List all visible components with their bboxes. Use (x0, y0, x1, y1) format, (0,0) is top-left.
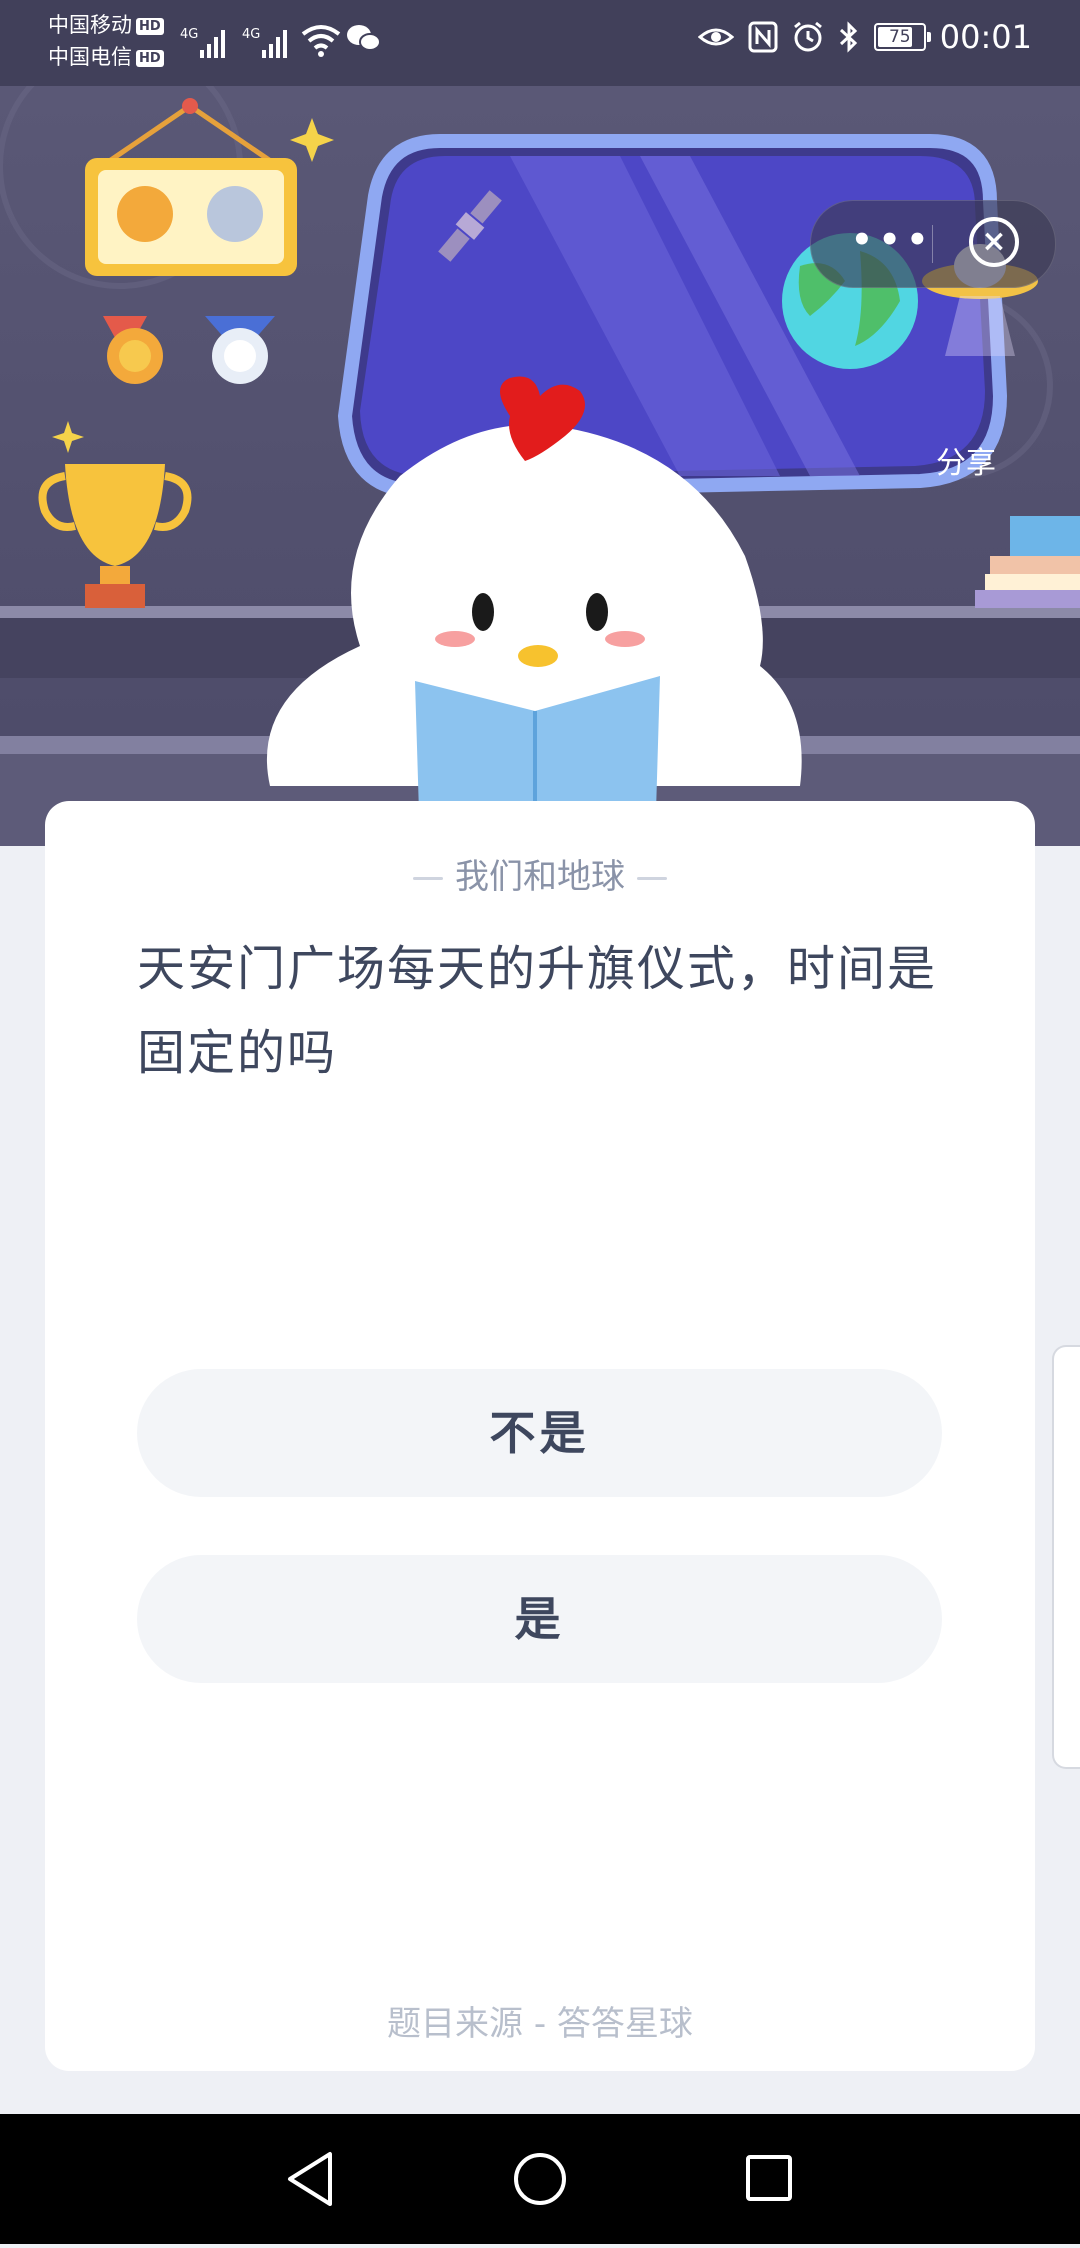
space-window-icon (337, 134, 1038, 499)
carrier-1: 中国移动 HD (48, 13, 164, 37)
divider-left (413, 877, 443, 880)
category-label: 我们和地球 (455, 857, 625, 897)
carrier-2-label: 中国电信 (48, 45, 132, 69)
carrier-2: 中国电信 HD (48, 45, 164, 69)
question-source: 题目来源 - 答答星球 (387, 2004, 693, 2044)
capsule-divider (932, 225, 933, 263)
side-drawer-handle[interactable] (1052, 1345, 1080, 1769)
hd-badge-1: HD (136, 17, 164, 35)
trophy-icon (38, 464, 192, 608)
bluetooth-icon (839, 21, 857, 53)
answer-option-yes[interactable]: 是 (137, 1555, 942, 1683)
status-bar: 中国移动 HD 中国电信 HD 4G 4G 75 00:01 (0, 0, 1080, 86)
divider-right (637, 877, 667, 880)
status-right: 75 00:01 (697, 18, 1032, 56)
eye-comfort-icon (697, 28, 734, 46)
mini-program-capsule: ••• × (810, 200, 1056, 288)
nav-buttons (288, 2152, 792, 2206)
home-icon[interactable] (514, 2153, 566, 2205)
books-icon (975, 516, 1080, 608)
medal-frame-icon (85, 98, 297, 276)
close-icon[interactable]: × (969, 217, 1019, 267)
question-card: 我们和地球 天安门广场每天的升旗仪式，时间是固定的吗 不是 是 题目来源 - 答… (45, 801, 1035, 2071)
signal-1-icon: 4G (180, 27, 225, 58)
wechat-icon (347, 25, 381, 51)
carrier-1-label: 中国移动 (48, 13, 132, 37)
category-title: 我们和地球 (45, 849, 1035, 898)
battery-icon: 75 (873, 23, 931, 51)
system-nav-bar (0, 2114, 1080, 2244)
hd-badge-2: HD (136, 49, 164, 67)
back-icon[interactable] (288, 2152, 332, 2206)
clock: 00:01 (939, 18, 1032, 56)
wifi-icon (301, 25, 341, 57)
network-2-label: 4G (242, 27, 260, 42)
recents-icon[interactable] (746, 2155, 792, 2201)
network-1-label: 4G (180, 27, 198, 42)
signal-2-icon: 4G (242, 27, 287, 58)
alarm-icon (793, 21, 822, 52)
bronze-medal-icon (103, 316, 163, 384)
battery-level: 75 (888, 27, 911, 47)
answer-option-no[interactable]: 不是 (137, 1369, 942, 1497)
question-text: 天安门广场每天的升旗仪式，时间是固定的吗 (137, 941, 938, 1081)
share-button[interactable]: 分享 (936, 438, 996, 482)
silver-medal-icon (205, 316, 275, 384)
hero-illustration: ••• × 分享 (0, 86, 1080, 846)
more-menu-icon[interactable]: ••• (851, 223, 934, 257)
nfc-icon (748, 21, 778, 53)
